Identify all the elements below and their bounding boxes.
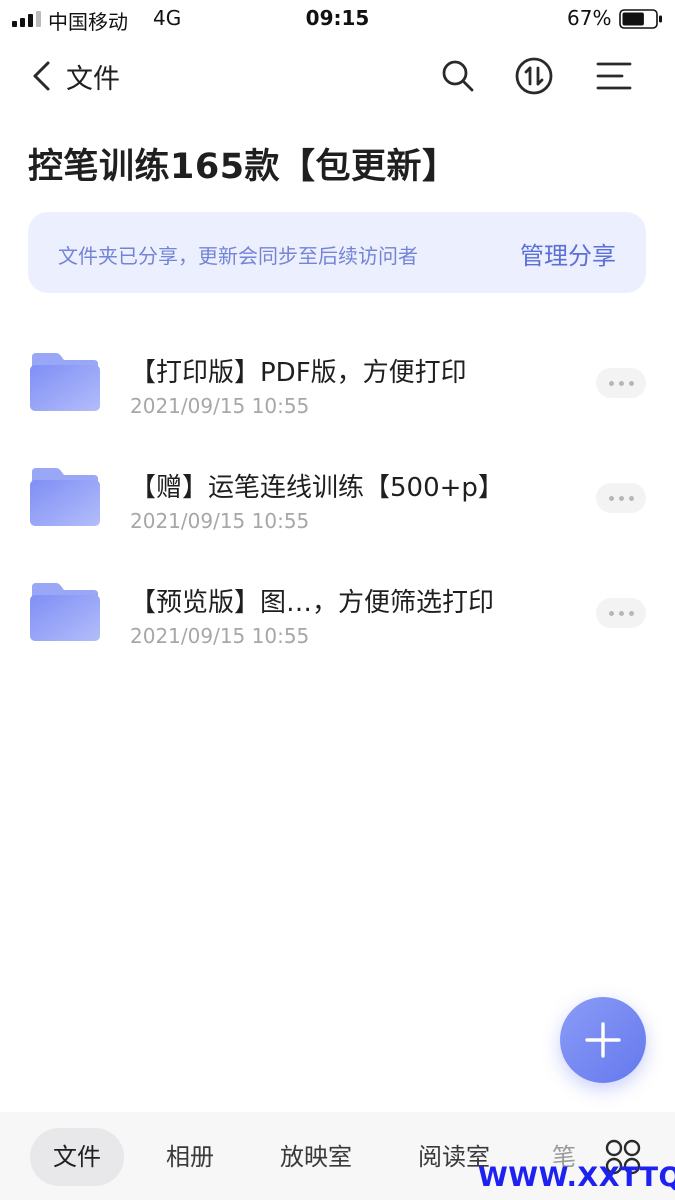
search-icon[interactable] [436, 54, 480, 98]
tab-screening-room[interactable]: 放映室 [266, 1128, 366, 1186]
dot [618, 495, 624, 501]
file-date: 2021/09/15 10:55 [130, 509, 310, 533]
sort-icon[interactable] [512, 54, 556, 98]
back-label: 文件 [66, 63, 120, 95]
folder-icon [30, 353, 100, 411]
dot [628, 610, 634, 616]
dot [608, 495, 614, 501]
folder-row[interactable]: 【赠】运笔连线训练【500+p】 2021/09/15 10:55 [0, 445, 675, 560]
folder-row[interactable]: 【打印版】PDF版，方便打印 2021/09/15 10:55 [0, 330, 675, 445]
page-title: 控笔训练165款【包更新】 [28, 147, 458, 187]
tab-album[interactable]: 相册 [150, 1128, 230, 1186]
plus-icon [585, 1022, 621, 1058]
battery-icon [619, 9, 662, 29]
file-name: 【打印版】PDF版，方便打印 [130, 358, 467, 388]
more-options-button[interactable] [596, 598, 646, 628]
add-button[interactable] [560, 997, 646, 1083]
back-button[interactable]: 文件 [28, 54, 120, 98]
carrier-label: 中国移动 [48, 10, 128, 34]
menu-icon[interactable] [592, 54, 636, 98]
folder-icon [30, 468, 100, 526]
share-status-text: 文件夹已分享，更新会同步至后续访问者 [58, 244, 418, 268]
dot [618, 610, 624, 616]
file-name: 【预览版】图…，方便筛选打印 [130, 588, 495, 618]
folder-icon [30, 583, 100, 641]
nav-bar: 文件 [0, 44, 675, 108]
status-bar: 中国移动 4G 09:15 67% [0, 0, 675, 38]
dot [628, 380, 634, 386]
file-date: 2021/09/15 10:55 [130, 624, 310, 648]
signal-icon [12, 11, 41, 27]
share-banner: 文件夹已分享，更新会同步至后续访问者 管理分享 [28, 212, 646, 293]
dot [608, 610, 614, 616]
file-date: 2021/09/15 10:55 [130, 394, 310, 418]
file-name: 【赠】运笔连线训练【500+p】 [130, 473, 504, 503]
chevron-left-icon [33, 61, 50, 91]
tab-files[interactable]: 文件 [30, 1128, 124, 1186]
file-list: 【打印版】PDF版，方便打印 2021/09/15 10:55 【赠】运笔连线训… [0, 330, 675, 675]
more-options-button[interactable] [596, 368, 646, 398]
screen: 中国移动 4G 09:15 67% 文件 控笔训练165款【包更新】 文件夹已分… [0, 0, 675, 1200]
dot [608, 380, 614, 386]
battery-percent: 67% [567, 6, 612, 30]
dot [618, 380, 624, 386]
watermark-text: WWW.XXTTQ.COM [478, 1162, 675, 1193]
dot [628, 495, 634, 501]
folder-row[interactable]: 【预览版】图…，方便筛选打印 2021/09/15 10:55 [0, 560, 675, 675]
network-label: 4G [153, 6, 182, 30]
manage-share-button[interactable]: 管理分享 [520, 236, 616, 271]
more-options-button[interactable] [596, 483, 646, 513]
